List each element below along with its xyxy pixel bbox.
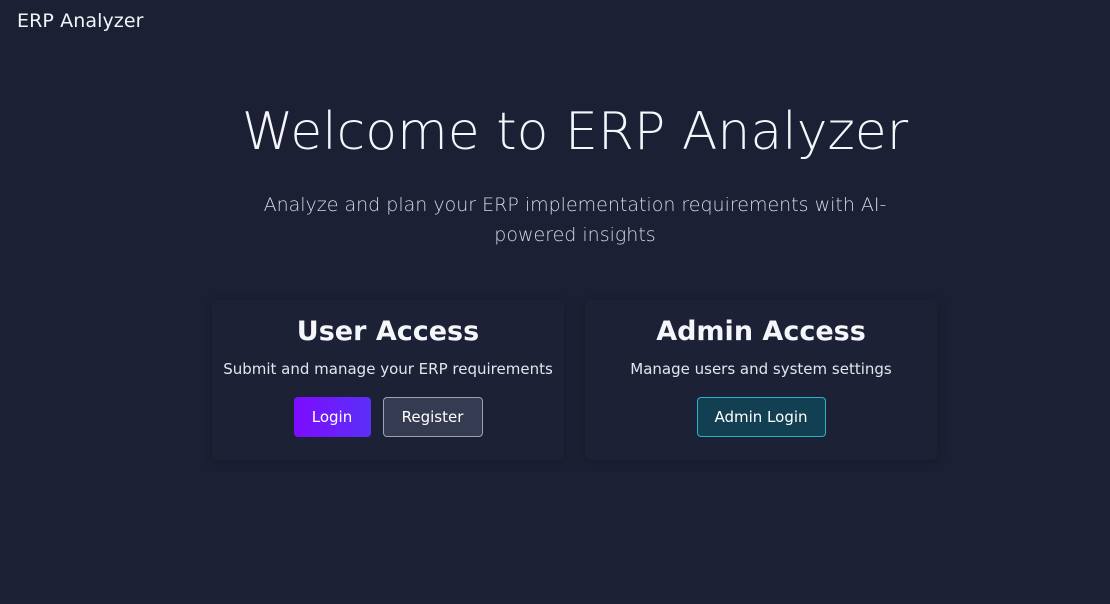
admin-access-title: Admin Access <box>656 316 866 347</box>
user-access-actions: Login Register <box>212 397 564 437</box>
admin-login-button[interactable]: Admin Login <box>696 397 826 437</box>
page-subtitle: Analyze and plan your ERP implementation… <box>263 194 887 246</box>
app-brand: ERP Analyzer <box>17 10 144 32</box>
user-access-title: User Access <box>296 316 480 347</box>
admin-access-description: Manage users and system settings <box>630 360 892 378</box>
user-access-card: User Access Submit and manage your ERP r… <box>212 300 564 460</box>
user-access-description: Submit and manage your ERP requirements <box>223 360 553 378</box>
admin-access-card: Admin Access Manage users and system set… <box>585 300 937 460</box>
hero-section: Welcome to ERP Analyzer Analyze and plan… <box>0 100 1110 250</box>
register-button[interactable]: Register <box>382 397 483 437</box>
app-root: ERP Analyzer Welcome to ERP Analyzer Ana… <box>0 0 1110 604</box>
login-button[interactable]: Login <box>293 397 371 437</box>
page-title: Welcome to ERP Analyzer <box>241 102 909 162</box>
admin-access-actions: Admin Login <box>585 397 937 437</box>
